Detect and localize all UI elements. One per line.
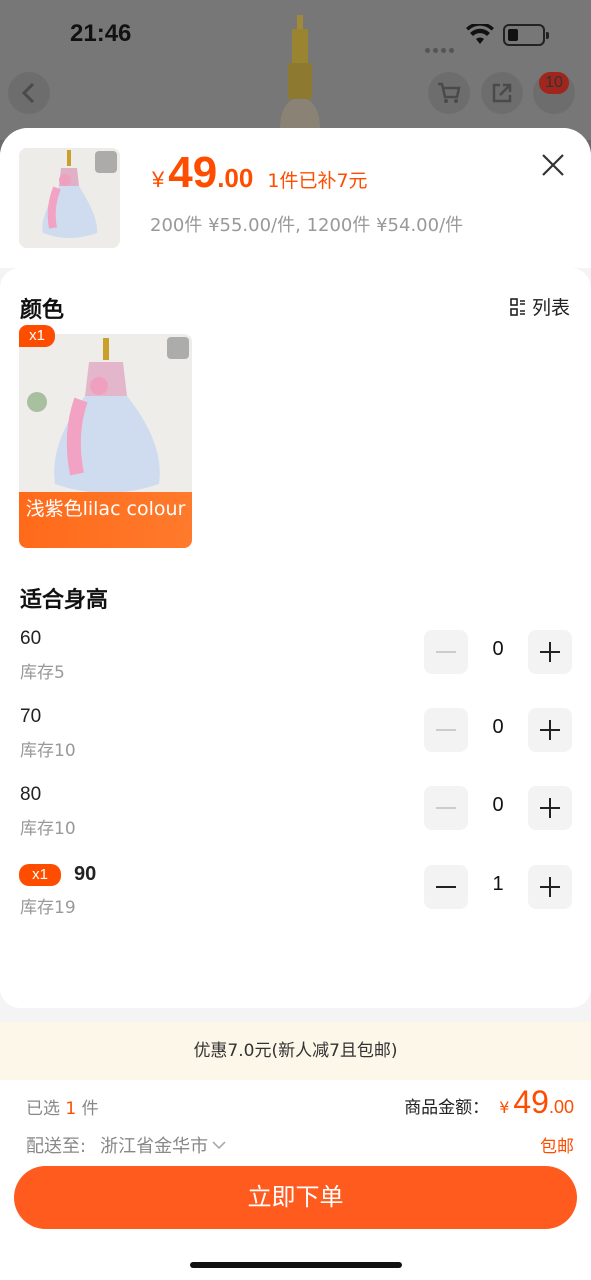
color-option-label: 浅紫色lilac colour bbox=[19, 492, 192, 548]
sheet-body: 颜色 列表 x1 浅紫色lilac colour 适合身高 60 库存5 0 7… bbox=[0, 268, 591, 1008]
free-shipping-label: 包邮 bbox=[540, 1137, 574, 1157]
sheet-header: ¥ 49 .00 1件已补7元 200件 ¥55.00/件, 1200件 ¥54… bbox=[0, 128, 591, 268]
selected-count: 1 bbox=[65, 1099, 77, 1119]
share-button[interactable] bbox=[481, 72, 523, 114]
place-order-button[interactable]: 立即下单 bbox=[14, 1166, 577, 1229]
mannequin-image bbox=[280, 15, 320, 130]
decrement-button[interactable] bbox=[424, 865, 468, 909]
cart-count-badge: 10 bbox=[539, 72, 569, 94]
chevron-down-icon bbox=[212, 1141, 226, 1150]
price-row: ¥ 49 .00 1件已补7元 bbox=[152, 148, 368, 198]
product-thumbnail[interactable] bbox=[19, 148, 120, 248]
selected-suffix: 件 bbox=[81, 1099, 99, 1119]
subsidy-text: 1件已补7元 bbox=[267, 170, 368, 192]
minus-icon bbox=[436, 807, 456, 809]
color-option-lilac[interactable]: 浅紫色lilac colour bbox=[19, 334, 192, 548]
increment-button[interactable] bbox=[528, 630, 572, 674]
sku-sheet: ¥ 49 .00 1件已补7元 200件 ¥55.00/件, 1200件 ¥54… bbox=[0, 128, 591, 1280]
stock-label: 库存5 bbox=[20, 663, 65, 683]
battery-icon bbox=[503, 24, 549, 46]
plus-icon bbox=[540, 720, 560, 740]
size-section-title: 适合身高 bbox=[20, 588, 109, 613]
decrement-button[interactable] bbox=[424, 786, 468, 830]
decrement-button[interactable] bbox=[424, 630, 468, 674]
back-button[interactable] bbox=[8, 72, 50, 114]
share-icon bbox=[492, 83, 512, 103]
plus-icon bbox=[540, 642, 560, 662]
plus-icon bbox=[540, 877, 560, 897]
tier-pricing: 200件 ¥55.00/件, 1200件 ¥54.00/件 bbox=[150, 215, 464, 236]
quantity-value[interactable]: 0 bbox=[476, 716, 520, 739]
order-footer: 已选 1 件 商品金额： ¥ 49 .00 配送至: 浙江省金华市 包邮 立即下… bbox=[0, 1080, 591, 1280]
signal-icon bbox=[425, 38, 457, 53]
expand-icon[interactable] bbox=[167, 337, 189, 359]
color-section-title: 颜色 bbox=[20, 298, 65, 323]
size-label: 70 bbox=[20, 706, 42, 727]
size-label: 60 bbox=[20, 628, 42, 649]
amount-currency: ¥ bbox=[499, 1098, 510, 1117]
quantity-value[interactable]: 0 bbox=[476, 638, 520, 661]
size-selected-badge: x1 bbox=[19, 864, 61, 886]
stock-label: 库存10 bbox=[20, 741, 76, 761]
quantity-value[interactable]: 0 bbox=[476, 794, 520, 817]
selected-prefix: 已选 bbox=[26, 1099, 60, 1119]
stock-label: 库存19 bbox=[20, 898, 76, 918]
minus-icon bbox=[436, 651, 456, 653]
increment-button[interactable] bbox=[528, 865, 572, 909]
amount-integer: 49 bbox=[513, 1084, 549, 1120]
amount-decimal: .00 bbox=[548, 1097, 574, 1117]
size-label: 90 bbox=[74, 863, 97, 885]
promo-banner: 优惠7.0元(新人减7且包邮) bbox=[0, 1022, 591, 1080]
price-decimal: .00 bbox=[217, 163, 254, 193]
minus-icon bbox=[436, 886, 456, 888]
increment-button[interactable] bbox=[528, 708, 572, 752]
shipping-destination[interactable]: 配送至: 浙江省金华市 bbox=[26, 1132, 226, 1158]
wifi-icon bbox=[466, 24, 494, 44]
amount-label: 商品金额： bbox=[404, 1098, 490, 1118]
close-icon[interactable] bbox=[540, 152, 566, 178]
price-integer: 49 bbox=[168, 148, 218, 197]
list-toggle-label: 列表 bbox=[532, 297, 571, 319]
currency-symbol: ¥ bbox=[152, 167, 165, 192]
size-row-70: 70 库存10 0 bbox=[0, 706, 591, 776]
total-amount: 商品金额： ¥ 49 .00 bbox=[404, 1084, 574, 1121]
dress-image bbox=[19, 334, 192, 494]
size-row-60: 60 库存5 0 bbox=[0, 628, 591, 698]
quantity-value[interactable]: 1 bbox=[476, 873, 520, 896]
list-icon bbox=[510, 297, 525, 316]
expand-icon[interactable] bbox=[95, 151, 117, 173]
ship-label: 配送至: bbox=[26, 1136, 87, 1157]
status-time: 21:46 bbox=[70, 20, 132, 47]
minus-icon bbox=[436, 729, 456, 731]
size-label: 80 bbox=[20, 784, 42, 805]
selected-summary: 已选 1 件 bbox=[26, 1094, 99, 1119]
stock-label: 库存10 bbox=[20, 819, 76, 839]
color-selected-badge: x1 bbox=[19, 325, 55, 347]
background-page: 21:46 10 bbox=[0, 0, 591, 140]
size-row-80: 80 库存10 0 bbox=[0, 784, 591, 854]
plus-icon bbox=[540, 798, 560, 818]
home-indicator bbox=[190, 1262, 402, 1268]
increment-button[interactable] bbox=[528, 786, 572, 830]
list-view-toggle[interactable]: 列表 bbox=[510, 293, 570, 320]
ship-location: 浙江省金华市 bbox=[100, 1136, 209, 1157]
cart-button[interactable] bbox=[428, 72, 470, 114]
size-row-90: x1 90 库存19 1 bbox=[0, 863, 591, 933]
decrement-button[interactable] bbox=[424, 708, 468, 752]
cart-icon bbox=[438, 82, 461, 103]
chevron-left-icon bbox=[21, 82, 35, 104]
